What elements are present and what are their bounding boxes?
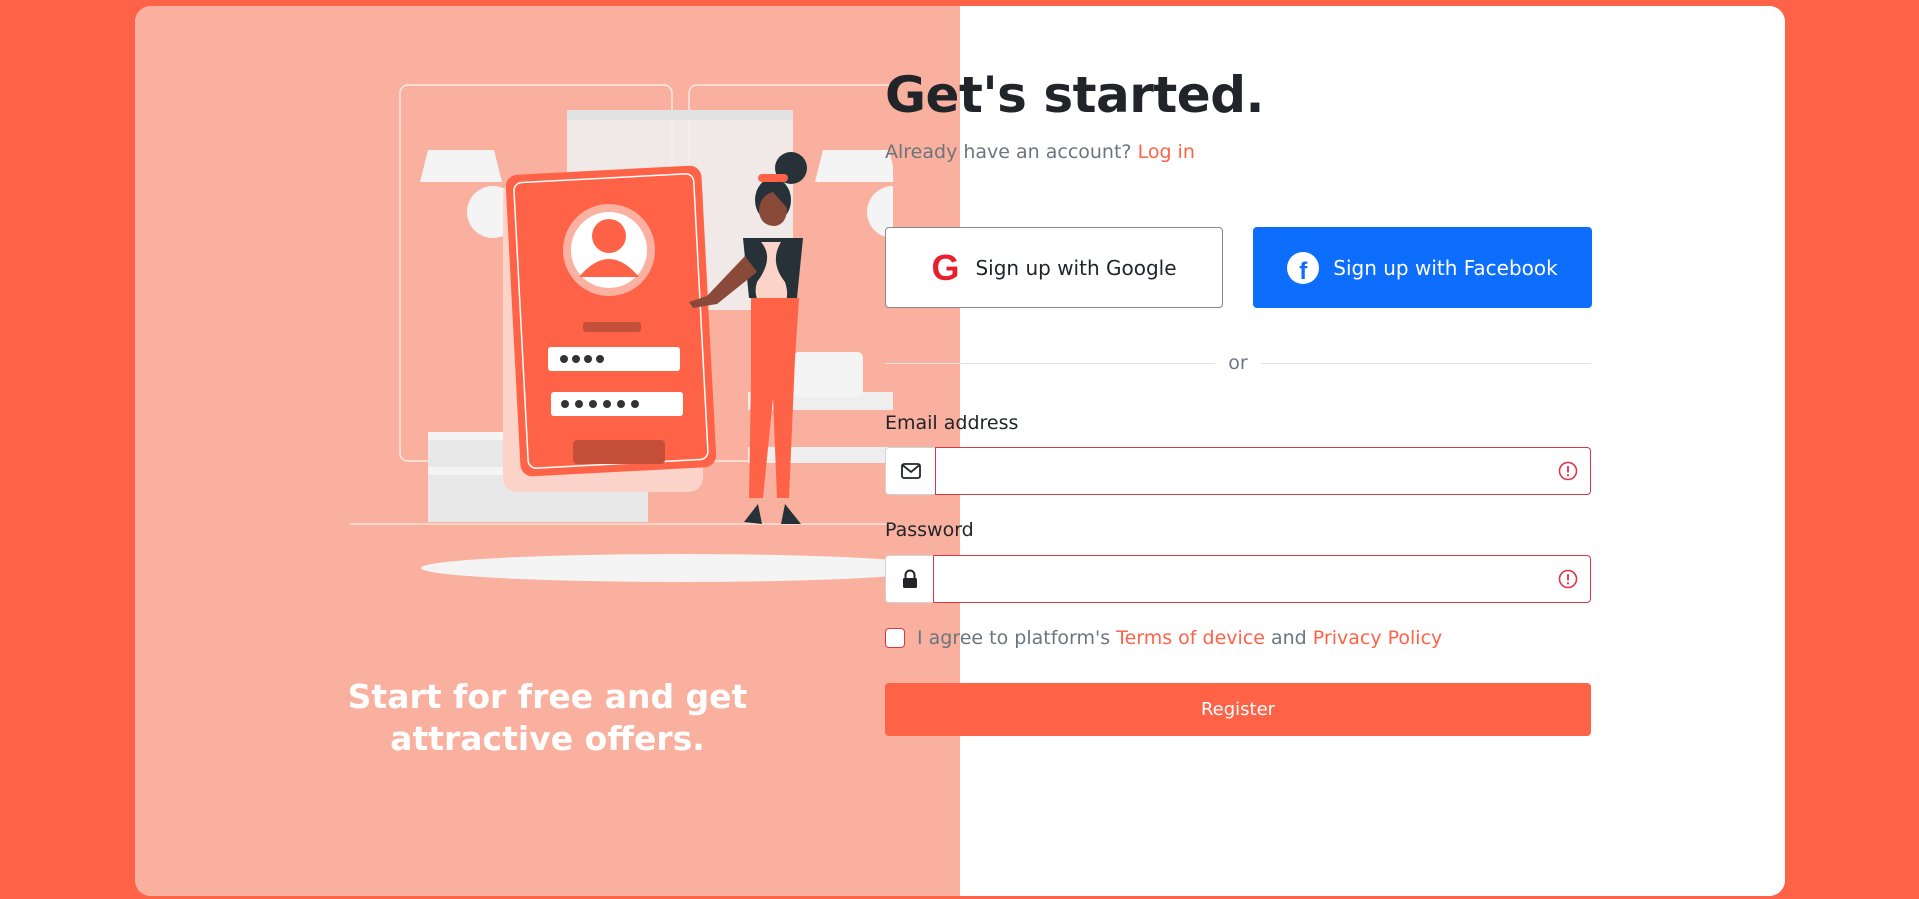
email-field[interactable]	[936, 448, 1590, 494]
tagline-line-2: attractive offers.	[390, 719, 705, 758]
password-field[interactable]	[934, 556, 1590, 602]
email-label: Email address	[885, 412, 1019, 434]
terms-checkbox[interactable]	[885, 628, 905, 648]
login-link[interactable]: Log in	[1138, 141, 1195, 163]
google-signup-label: Sign up with Google	[975, 255, 1177, 280]
terms-link[interactable]: Terms of device	[1116, 627, 1265, 649]
facebook-signup-button[interactable]: f Sign up with Facebook	[1253, 227, 1592, 308]
lock-icon	[902, 569, 917, 588]
terms-agreement: I agree to platform's Terms of device an…	[885, 627, 1442, 649]
divider-line-right	[1261, 363, 1591, 364]
error-icon	[1558, 461, 1578, 481]
facebook-icon: f	[1287, 251, 1320, 284]
password-addon	[885, 555, 933, 603]
tagline-line-1: Start for free and get	[347, 677, 748, 716]
password-field-wrapper	[933, 555, 1591, 603]
login-prompt: Already have an account? Log in	[885, 141, 1195, 163]
illustration-panel: Start for free and get attractive offers…	[135, 6, 960, 896]
google-signup-button[interactable]: G Sign up with Google	[885, 227, 1223, 308]
facebook-signup-label: Sign up with Facebook	[1333, 255, 1558, 280]
privacy-link[interactable]: Privacy Policy	[1313, 627, 1442, 649]
login-prompt-text: Already have an account?	[885, 141, 1132, 163]
agree-and: and	[1271, 627, 1307, 649]
tagline: Start for free and get attractive offers…	[135, 676, 960, 760]
password-input-group	[885, 555, 1591, 603]
signup-illustration	[350, 84, 893, 582]
error-icon	[1558, 569, 1578, 589]
email-input-group	[885, 447, 1591, 495]
register-button[interactable]: Register	[885, 683, 1591, 736]
page-title: Get's started.	[885, 66, 1265, 124]
envelope-icon	[900, 463, 921, 479]
agree-prefix: I agree to platform's	[917, 627, 1111, 649]
or-divider: or	[885, 352, 1591, 374]
password-label: Password	[885, 519, 974, 541]
google-g-icon: G	[931, 246, 960, 288]
email-field-wrapper	[935, 447, 1591, 495]
email-addon	[885, 447, 935, 495]
